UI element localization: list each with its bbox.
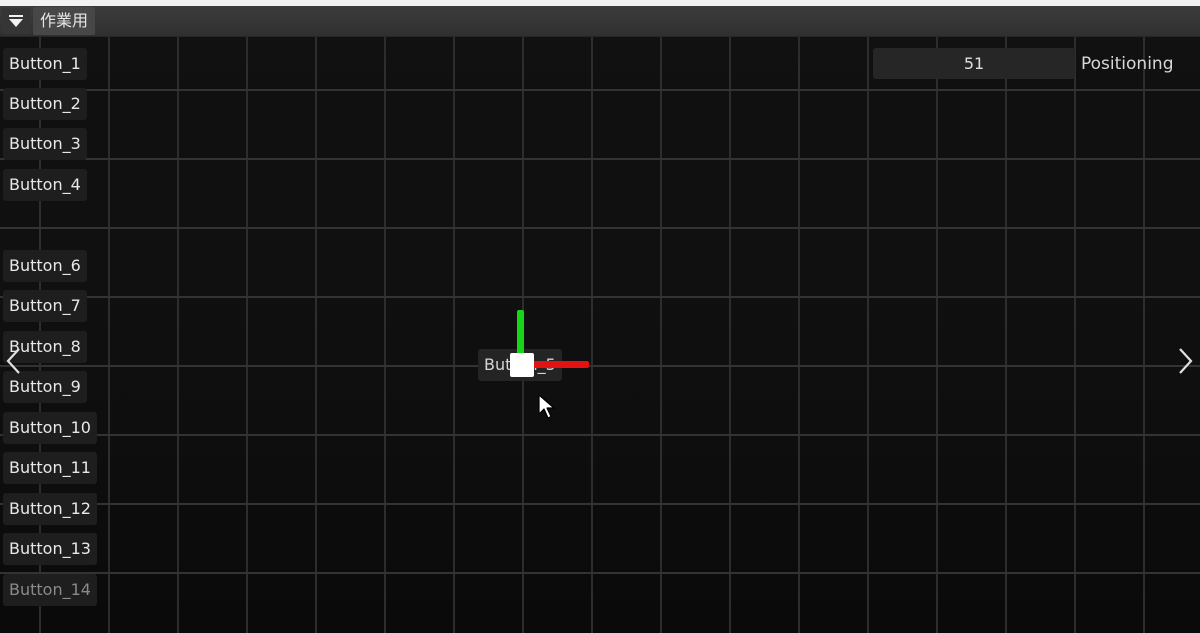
chevron-right-icon[interactable] (1175, 346, 1195, 376)
button-3[interactable]: Button_3 (3, 128, 87, 160)
triangle-down-icon (9, 15, 23, 27)
button-12[interactable]: Button_12 (3, 493, 97, 525)
mouse-pointer-icon (538, 394, 555, 419)
button-6[interactable]: Button_6 (3, 250, 87, 282)
button-13[interactable]: Button_13 (3, 533, 97, 565)
window-tab-title[interactable]: 作業用 (33, 7, 96, 35)
button-7[interactable]: Button_7 (3, 290, 87, 322)
button-14[interactable]: Button_14 (3, 574, 97, 606)
header-bar: 作業用 (0, 6, 1200, 37)
button-4[interactable]: Button_4 (3, 169, 87, 201)
background-grid (0, 37, 1200, 633)
button-2[interactable]: Button_2 (3, 88, 87, 120)
mode-label: Positioning (1081, 54, 1174, 74)
chevron-left-icon[interactable] (4, 346, 24, 376)
editor-viewport[interactable]: 作業用 Button_1 Button_2 Button_3 Button_4 … (0, 0, 1200, 633)
gizmo-y-axis-handle[interactable] (517, 310, 524, 358)
button-1[interactable]: Button_1 (3, 48, 87, 80)
gizmo-x-axis-handle[interactable] (528, 361, 589, 368)
value-input[interactable]: 51 (873, 48, 1075, 79)
button-11[interactable]: Button_11 (3, 452, 97, 484)
button-10[interactable]: Button_10 (3, 412, 97, 444)
gizmo-center-handle[interactable] (510, 353, 534, 377)
collapse-toggle-button[interactable] (2, 8, 30, 34)
